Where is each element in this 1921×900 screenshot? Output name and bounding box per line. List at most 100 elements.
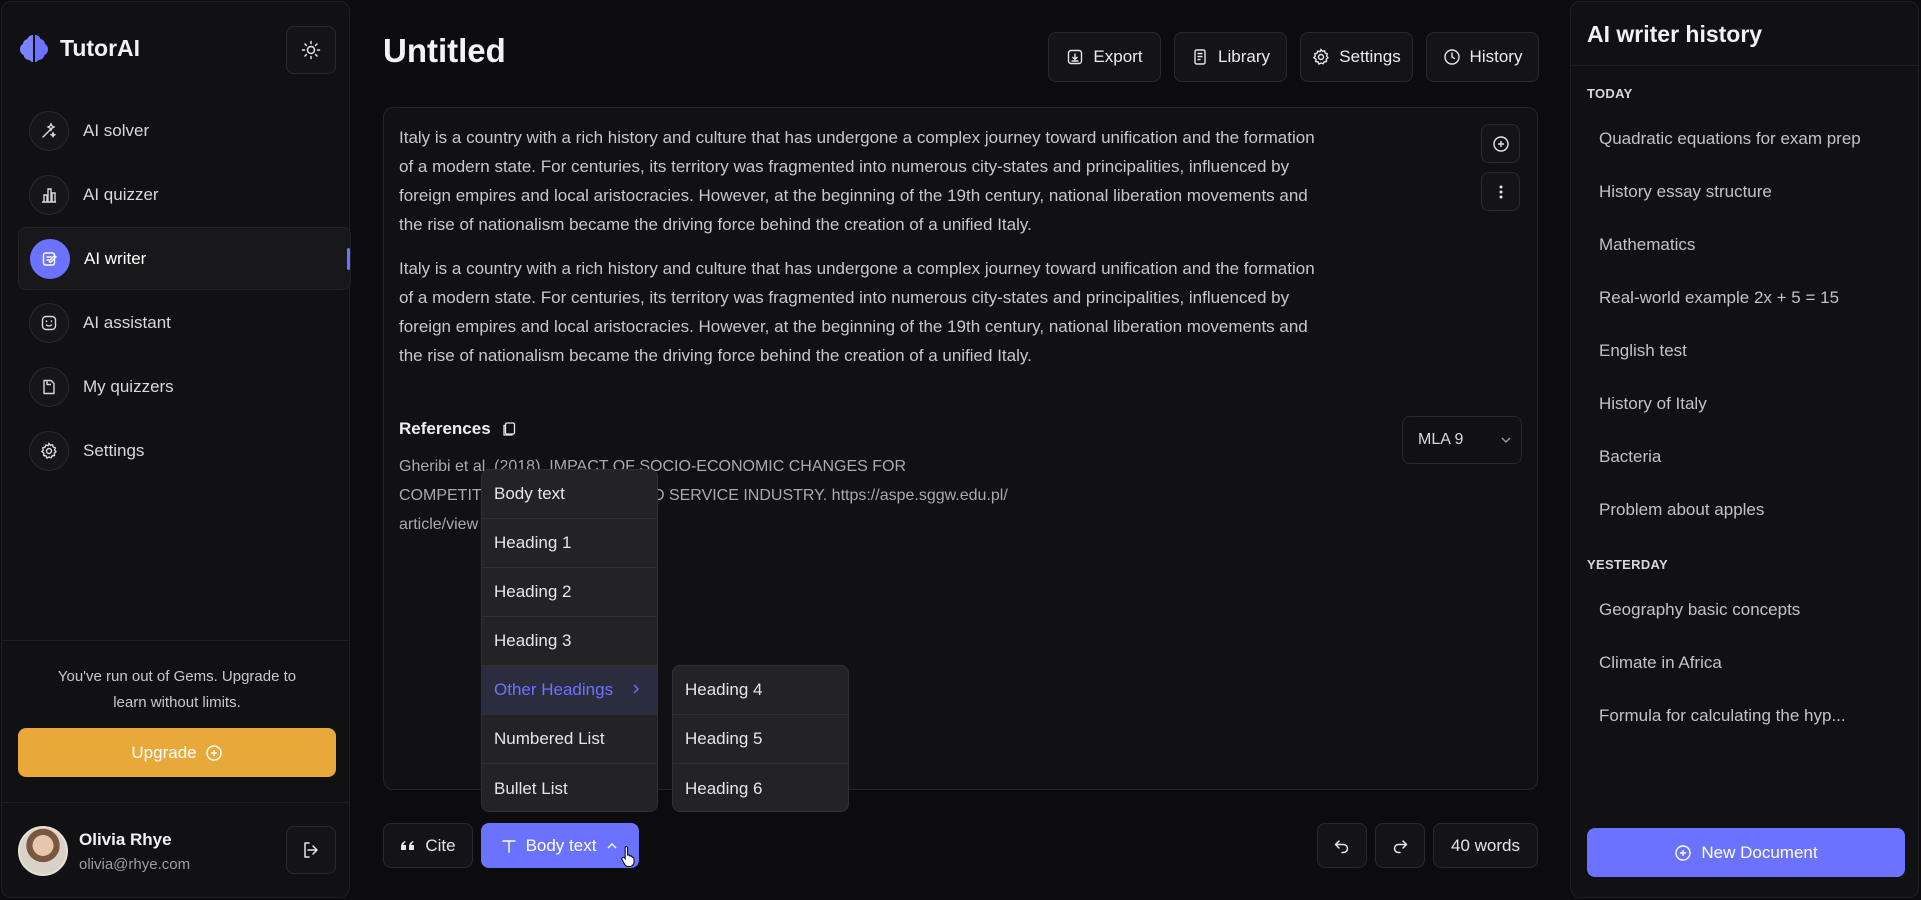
menu-item-heading-2[interactable]: Heading 2 [482, 568, 657, 617]
sidebar-item-ai-assistant[interactable]: AI assistant [18, 291, 351, 354]
more-vertical-icon [1492, 183, 1510, 201]
smile-icon [29, 302, 69, 343]
sidebar-item-settings[interactable]: Settings [18, 419, 351, 482]
history-item[interactable]: Climate in Africa [1599, 653, 1722, 673]
history-item[interactable]: History essay structure [1599, 182, 1772, 202]
redo-button[interactable] [1375, 823, 1425, 868]
plus-circle-icon [205, 744, 223, 762]
word-count-label: 40 words [1451, 835, 1520, 855]
menu-item-bullet-list[interactable]: Bullet List [482, 764, 657, 811]
sidebar-item-label: My quizzers [83, 376, 174, 396]
history-item[interactable]: English test [1599, 341, 1687, 361]
history-button[interactable]: History [1426, 32, 1539, 82]
user-profile[interactable]: Olivia Rhye olivia@rhye.com [18, 826, 190, 876]
history-item[interactable]: Mathematics [1599, 235, 1695, 255]
text-type-icon [501, 838, 517, 854]
cite-button[interactable]: Cite [383, 823, 473, 868]
history-panel-title: AI writer history [1587, 21, 1763, 47]
divider [2, 802, 349, 803]
word-count: 40 words [1433, 823, 1538, 868]
theme-toggle-button[interactable] [286, 26, 336, 74]
menu-item-heading-3[interactable]: Heading 3 [482, 617, 657, 666]
export-button[interactable]: Export [1048, 32, 1161, 82]
sidebar-item-label: Settings [83, 440, 145, 460]
mouse-cursor-icon [620, 845, 638, 867]
sidebar-item-my-quizzers[interactable]: My quizzers [18, 355, 351, 418]
logout-button[interactable] [286, 826, 336, 874]
menu-item-numbered-list[interactable]: Numbered List [482, 715, 657, 764]
chevron-down-icon [1499, 433, 1513, 447]
undo-button[interactable] [1317, 823, 1367, 868]
references-heading: References [399, 419, 517, 439]
upgrade-label: Upgrade [131, 742, 197, 762]
settings-label: Settings [1339, 47, 1401, 66]
menu-item-heading-5[interactable]: Heading 5 [673, 715, 848, 764]
clock-icon [1443, 48, 1461, 66]
user-name: Olivia Rhye [79, 829, 172, 849]
citation-style-value: MLA 9 [1418, 431, 1464, 448]
export-label: Export [1093, 47, 1143, 66]
menu-item-heading-4[interactable]: Heading 4 [673, 666, 848, 715]
menu-item-body-text[interactable]: Body text [482, 470, 657, 519]
history-item[interactable]: Quadratic equations for exam prep [1599, 129, 1861, 149]
user-email: olivia@rhye.com [79, 855, 191, 873]
add-block-button[interactable] [1481, 124, 1520, 163]
sidebar-item-label: AI quizzer [83, 184, 159, 204]
brain-logo-icon [18, 32, 50, 64]
format-dropdown-menu: Body text Heading 1 Heading 2 Heading 3 … [481, 469, 658, 812]
text-format-button[interactable]: Body text [481, 823, 639, 868]
menu-item-heading-6[interactable]: Heading 6 [673, 764, 848, 811]
gear-icon [1312, 48, 1330, 66]
references-title: References [399, 419, 491, 438]
sidebar-item-ai-solver[interactable]: AI solver [18, 99, 351, 162]
library-icon [1191, 48, 1209, 66]
more-options-button[interactable] [1481, 172, 1520, 211]
chevron-right-icon [629, 682, 643, 696]
sun-icon [301, 40, 321, 60]
sidebar-item-label: AI writer [84, 248, 147, 268]
quote-icon [400, 839, 416, 853]
sidebar-nav: AI solver AI quizzer AI writer AI assist… [18, 99, 351, 483]
history-item[interactable]: Problem about apples [1599, 500, 1764, 520]
history-item[interactable]: Bacteria [1599, 447, 1661, 467]
history-item[interactable]: Real-world example 2x + 5 = 15 [1599, 288, 1839, 308]
paragraph[interactable]: Italy is a country with a rich history a… [399, 123, 1329, 239]
logout-icon [301, 840, 321, 860]
document-icon [29, 366, 69, 407]
history-item[interactable]: Formula for calculating the hyp... [1599, 706, 1846, 726]
page-title[interactable]: Untitled [383, 32, 506, 70]
history-item[interactable]: Geography basic concepts [1599, 600, 1800, 620]
citation-style-select[interactable]: MLA 9 [1402, 416, 1522, 464]
new-document-button[interactable]: New Document [1587, 828, 1905, 877]
menu-item-heading-1[interactable]: Heading 1 [482, 519, 657, 568]
magic-wand-icon [29, 110, 69, 151]
history-label: History [1469, 47, 1523, 66]
sidebar: TutorAI AI solver AI quizzer AI writer A… [1, 1, 351, 898]
history-section-label: YESTERDAY [1587, 557, 1668, 572]
copy-icon[interactable] [501, 421, 517, 437]
brand-name: TutorAI [60, 34, 141, 61]
menu-item-other-headings[interactable]: Other Headings [482, 666, 657, 715]
bar-chart-icon [29, 174, 69, 215]
divider [1571, 65, 1918, 66]
cite-label: Cite [425, 835, 456, 855]
history-item[interactable]: History of Italy [1599, 394, 1707, 414]
plus-circle-icon [1492, 135, 1510, 153]
brand-logo[interactable]: TutorAI [18, 32, 140, 64]
history-panel: AI writer history TODAY Quadratic equati… [1570, 1, 1919, 898]
undo-icon [1333, 837, 1351, 855]
library-button[interactable]: Library [1174, 32, 1287, 82]
sidebar-item-ai-writer[interactable]: AI writer [18, 227, 351, 290]
edit-icon [30, 238, 70, 279]
upgrade-button[interactable]: Upgrade [18, 728, 336, 777]
redo-icon [1391, 837, 1409, 855]
paragraph[interactable]: Italy is a country with a rich history a… [399, 254, 1329, 370]
library-label: Library [1218, 47, 1270, 66]
settings-button[interactable]: Settings [1300, 32, 1413, 82]
sidebar-item-ai-quizzer[interactable]: AI quizzer [18, 163, 351, 226]
sidebar-item-label: AI assistant [83, 312, 171, 332]
menu-item-label: Other Headings [494, 680, 614, 699]
sidebar-item-label: AI solver [83, 120, 150, 140]
history-section-label: TODAY [1587, 86, 1633, 101]
upgrade-message: You've run out of Gems. Upgrade to learn… [57, 668, 297, 711]
